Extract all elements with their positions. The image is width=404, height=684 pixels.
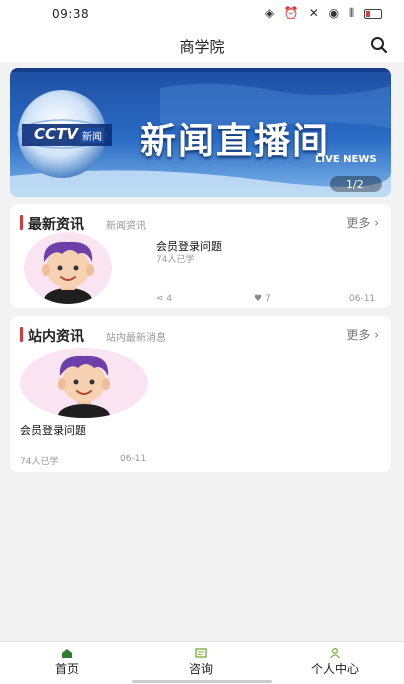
like-count-value: 7 [264, 294, 271, 304]
user-icon [329, 648, 341, 658]
tab-home[interactable]: 首页 [0, 642, 134, 684]
tab-home-label: 首页 [54, 662, 79, 676]
site-news-title: 站内资讯 [28, 329, 84, 345]
heart-icon: ♥ [254, 294, 263, 304]
avatar [20, 348, 148, 418]
banner-headline: 新闻直播间 [140, 121, 331, 162]
item-date: 06-11 [120, 454, 147, 464]
site-more-button[interactable]: 更多 › [346, 326, 379, 343]
home-icon [62, 649, 72, 658]
share-count: ⋖ 4 [156, 294, 172, 304]
avatar [24, 232, 112, 304]
nav-bar: 商学院 [0, 28, 404, 62]
latest-more-button[interactable]: 更多 › [346, 214, 379, 231]
bluetooth-icon: ✕ [308, 6, 322, 20]
chevron-right-icon: › [374, 216, 379, 230]
share-icon: ⋖ [156, 294, 164, 304]
latest-news-subtitle: 新闻资讯 [106, 221, 146, 232]
site-news-card: 站内资讯 站内最新消息 更多 › 会员登录问题 74人已学 06-11 [10, 316, 391, 472]
status-bar: 09:38 ◈ ⏰ ✕ ◉ ⦀ [0, 0, 404, 28]
tab-consult-label: 咨询 [188, 662, 213, 676]
search-icon[interactable] [370, 36, 388, 54]
latest-news-card: 最新资讯 新闻资讯 更多 › 会员登录问题 74人已学 ⋖ 4 ♥ 7 06-1… [10, 204, 391, 308]
tab-consult[interactable]: 咨询 [134, 642, 268, 684]
like-count: ♥ 7 [254, 294, 271, 304]
item-learners: 74人已学 [20, 457, 59, 467]
section-marker [20, 215, 23, 230]
item-date: 06-11 [349, 294, 376, 304]
battery-icon [364, 8, 382, 19]
cartoon-avatar-image [42, 241, 94, 304]
site-news-subtitle: 站内最新消息 [106, 333, 166, 344]
page-title: 商学院 [179, 38, 225, 56]
chat-icon [195, 648, 207, 658]
nfc-icon: ◈ [264, 6, 278, 20]
banner-logo-sub: 新闻 [80, 128, 104, 143]
chevron-right-icon: › [374, 328, 379, 342]
cartoon-avatar-image [58, 355, 110, 418]
section-marker [20, 327, 23, 342]
share-count-value: 4 [166, 294, 173, 304]
more-label: 更多 [346, 216, 371, 230]
more-label: 更多 [346, 328, 371, 342]
item-title: 会员登录问题 [20, 424, 86, 437]
tab-profile[interactable]: 个人中心 [268, 642, 402, 684]
bottom-tab-bar: 首页 咨询 个人中心 [0, 641, 404, 684]
item-learners: 74人已学 [156, 255, 195, 265]
status-time: 09:38 [52, 7, 90, 21]
wifi-icon: ◉ [328, 6, 343, 20]
tab-profile-label: 个人中心 [310, 662, 359, 676]
banner-logo: CCTV [34, 125, 78, 143]
status-icons: ◈ ⏰ ✕ ◉ ⦀ [265, 6, 382, 21]
news-banner[interactable]: CCTV 新闻 新闻直播间 LIVE NEWS 1/2 [10, 68, 391, 197]
banner-subline: LIVE NEWS [315, 154, 377, 165]
latest-news-title: 最新资讯 [28, 217, 84, 233]
banner-page-indicator: 1/2 [346, 178, 364, 191]
alarm-icon: ⏰ [283, 6, 302, 20]
signal-icon: ⦀ [348, 6, 358, 20]
